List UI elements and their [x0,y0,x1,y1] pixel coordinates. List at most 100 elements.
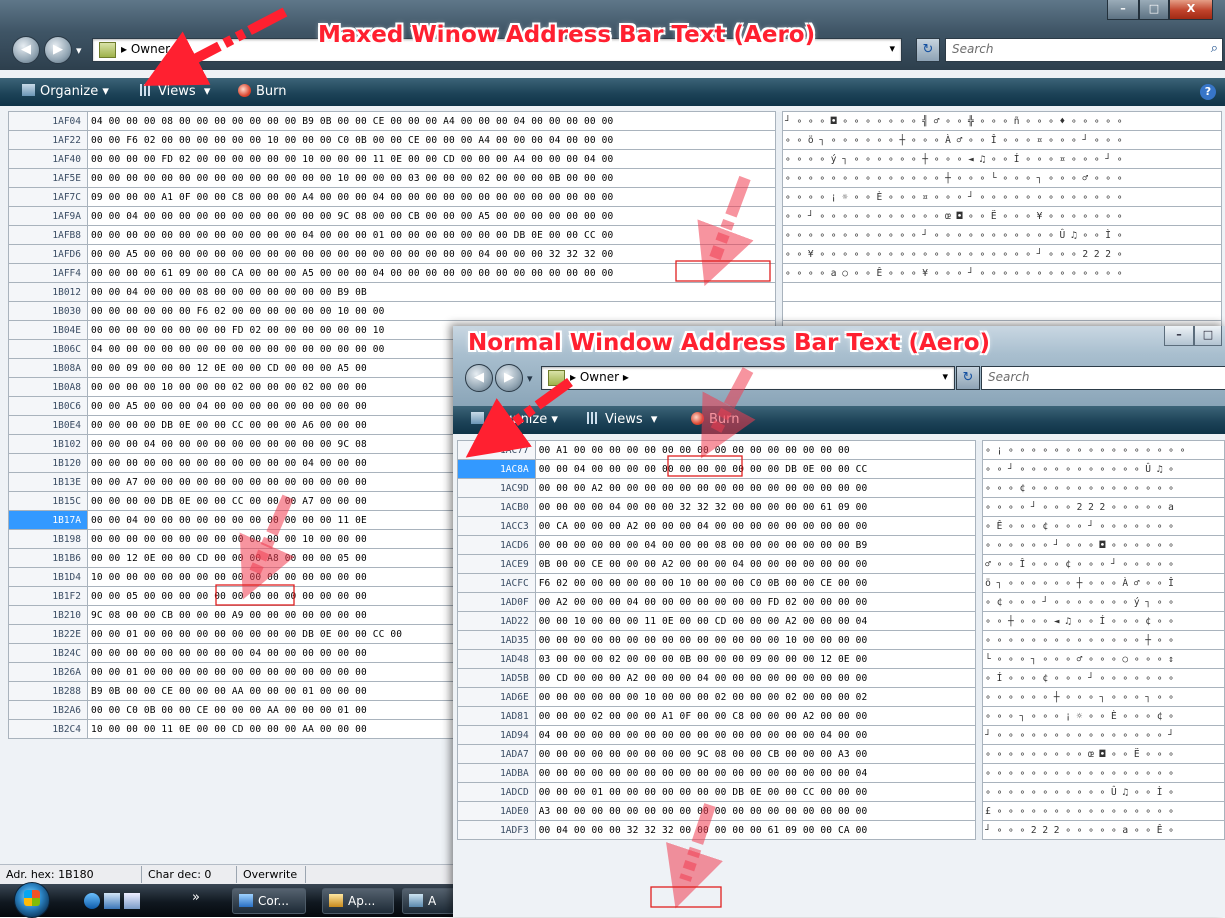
row-offset[interactable]: 1ACB0 [457,497,536,517]
row-offset[interactable]: 1AC8A [457,459,536,479]
row-bytes[interactable]: 00 00 04 00 00 00 00 00 00 00 00 00 00 0… [534,459,977,479]
row-offset[interactable]: 1B17A [8,510,88,530]
row-chars[interactable]: ∘ ∘ ö ┐ ∘ ∘ ∘ ∘ ∘ ∘ ┼ ∘ ∘ ∘ À ♂ ∘ ∘ Î ∘ … [782,130,1222,150]
row-offset[interactable]: 1AD35 [457,630,536,650]
minimize-icon[interactable]: – [1164,326,1194,346]
hex-row[interactable]: 1ACD6 00 00 00 00 00 00 04 00 00 00 08 00… [457,535,1225,555]
back-arrow-icon[interactable]: ◀ [465,364,493,392]
breadcrumb-arrow-icon[interactable]: ▸ [619,370,629,384]
hex-row[interactable]: 1AD81 00 00 00 02 00 00 00 A1 0F 00 00 C8… [457,706,1225,726]
row-chars[interactable]: ∘ ∘ ∘ ∘ ∘ ∘ ∘ ∘ ∘ ∘ ∘ ∘ ∘ ∘ ┼ ∘ ∘ [982,630,1225,650]
row-chars[interactable]: ∘ ∘ ┼ ∘ ∘ ∘ ◄ ♫ ∘ ∘ Í ∘ ∘ ∘ ¢ ∘ ∘ [982,611,1225,631]
row-offset[interactable]: 1AF9A [8,206,88,226]
row-offset[interactable]: 1ADA7 [457,744,536,764]
help-icon[interactable]: ? [1200,84,1216,100]
hex-row[interactable]: 1AD0F 00 A2 00 00 00 04 00 00 00 00 00 00… [457,592,1225,612]
row-offset[interactable]: 1ADCD [457,782,536,802]
hex-row[interactable]: 1AFD6 00 00 A5 00 00 00 00 00 00 00 00 00… [8,244,1222,264]
row-chars[interactable]: ∘ ∘ ∘ ∘ ¡ ☼ ∘ ∘ È ∘ ∘ ∘ ¤ ∘ ∘ ∘ ┘ ∘ ∘ ∘ … [782,187,1222,207]
row-bytes[interactable]: 00 00 00 00 FD 02 00 00 00 00 00 00 10 0… [87,149,776,169]
minimize-icon[interactable]: – [1107,0,1139,20]
hex-row[interactable]: 1ADE0 A3 00 00 00 00 00 00 00 00 00 00 00… [457,801,1225,821]
hex-row[interactable]: 1ACE9 0B 00 00 CE 00 00 00 A2 00 00 00 04… [457,554,1225,574]
row-chars[interactable]: ∘ ∘ ∘ ∘ ∘ ∘ ∘ ∘ ∘ ∘ ∘ ∘ ∘ ∘ ┼ ∘ ∘ ∘ └ ∘ … [782,168,1222,188]
row-bytes[interactable]: 00 A1 00 00 00 00 00 00 00 00 00 00 00 0… [534,440,977,460]
row-chars[interactable]: ∘ Í ∘ ∘ ∘ ¢ ∘ ∘ ∘ ┘ ∘ ∘ ∘ ∘ ∘ ∘ ∘ [982,668,1225,688]
views-button[interactable]: Views ▾ [140,84,210,99]
hex-row[interactable]: 1AD48 03 00 00 00 02 00 00 00 0B 00 00 00… [457,649,1225,669]
quick-launch-more-icon[interactable]: » [192,890,200,905]
organize-button[interactable]: Organize ▾ [22,84,109,99]
row-bytes[interactable]: 00 00 00 00 00 00 F6 02 00 00 00 00 00 0… [87,301,776,321]
row-offset[interactable]: 1AD22 [457,611,536,631]
row-offset[interactable]: 1B102 [8,434,88,454]
internet-explorer-icon[interactable] [84,893,100,909]
row-offset[interactable]: 1AFF4 [8,263,88,283]
search-box[interactable]: Search ⌕ [945,38,1223,62]
forward-arrow-icon[interactable]: ▶ [495,364,523,392]
row-chars[interactable]: ♂ ∘ ∘ Î ∘ ∘ ∘ ¢ ∘ ∘ ∘ ┘ ∘ ∘ ∘ ∘ ∘ [982,554,1225,574]
row-offset[interactable]: 1ACE9 [457,554,536,574]
row-offset[interactable]: 1AD6E [457,687,536,707]
taskbar-button-cor[interactable]: Cor... [232,888,306,914]
hex-row[interactable]: 1AFB8 00 00 00 00 00 00 00 00 00 00 00 00… [8,225,1222,245]
row-offset[interactable]: 1B198 [8,529,88,549]
row-chars[interactable]: ┘ ∘ ∘ ∘ ∘ ∘ ∘ ∘ ∘ ∘ ∘ ∘ ∘ ∘ ∘ ∘ ┘ [982,725,1225,745]
row-bytes[interactable]: 00 A2 00 00 00 04 00 00 00 00 00 00 00 F… [534,592,977,612]
address-owner[interactable]: Owner [580,370,619,384]
row-offset[interactable]: 1B0C6 [8,396,88,416]
start-orb-icon[interactable] [14,882,50,918]
row-bytes[interactable]: 00 00 04 00 00 00 00 00 00 00 00 00 00 0… [87,206,776,226]
row-bytes[interactable]: 00 00 00 01 00 00 00 00 00 00 00 DB 0E 0… [534,782,977,802]
row-chars[interactable]: ö ┐ ∘ ∘ ∘ ∘ ∘ ∘ ┼ ∘ ∘ ∘ À ♂ ∘ ∘ Î [982,573,1225,593]
hex-row[interactable]: 1AF04 04 00 00 00 08 00 00 00 00 00 00 00… [8,111,1222,131]
hex-row[interactable]: 1ACC3 00 CA 00 00 00 A2 00 00 00 04 00 00… [457,516,1225,536]
row-offset[interactable]: 1B15C [8,491,88,511]
row-chars[interactable]: ∘ ∘ ¥ ∘ ∘ ∘ ∘ ∘ ∘ ∘ ∘ ∘ ∘ ∘ ∘ ∘ ∘ ∘ ∘ ∘ … [782,244,1222,264]
hex-row[interactable]: 1AF9A 00 00 04 00 00 00 00 00 00 00 00 00… [8,206,1222,226]
hex-row[interactable]: 1AD94 04 00 00 00 00 00 00 00 00 00 00 00… [457,725,1225,745]
row-offset[interactable]: 1B030 [8,301,88,321]
row-chars[interactable] [782,301,1222,321]
row-chars[interactable] [782,282,1222,302]
row-offset[interactable]: 1B08A [8,358,88,378]
forward-arrow-icon[interactable]: ▶ [44,36,72,64]
row-chars[interactable]: └ ∘ ∘ ∘ ┐ ∘ ∘ ∘ ♂ ∘ ∘ ∘ ○ ∘ ∘ ∘ ↕ [982,649,1225,669]
hex-row[interactable]: 1ADCD 00 00 00 01 00 00 00 00 00 00 00 DB… [457,782,1225,802]
hex-row[interactable]: 1AF22 00 00 F6 02 00 00 00 00 00 00 10 00… [8,130,1222,150]
row-offset[interactable]: 1AF22 [8,130,88,150]
row-bytes[interactable]: 00 04 00 00 00 32 32 32 00 00 00 00 00 6… [534,820,977,840]
row-offset[interactable]: 1AD81 [457,706,536,726]
row-bytes[interactable]: 00 CA 00 00 00 A2 00 00 00 04 00 00 00 0… [534,516,977,536]
row-bytes[interactable]: 00 00 00 00 00 00 00 00 00 00 00 00 00 0… [534,763,977,783]
row-bytes[interactable]: F6 02 00 00 00 00 00 00 10 00 00 00 C0 0… [534,573,977,593]
maximize-icon[interactable]: □ [1194,326,1222,346]
row-offset[interactable]: 1ADF3 [457,820,536,840]
show-desktop-icon[interactable] [104,893,120,909]
row-bytes[interactable]: 00 00 00 00 04 00 00 00 32 32 32 00 00 0… [534,497,977,517]
row-offset[interactable]: 1AF7C [8,187,88,207]
row-offset[interactable]: 1ADBA [457,763,536,783]
row-offset[interactable]: 1AC77 [457,440,536,460]
row-bytes[interactable]: 00 CD 00 00 00 A2 00 00 00 04 00 00 00 0… [534,668,977,688]
row-chars[interactable]: ∘ ∘ ∘ ∘ ∘ ∘ ∘ ∘ ∘ ∘ ∘ ∘ ┘ ∘ ∘ ∘ ∘ ∘ ∘ ∘ … [782,225,1222,245]
row-chars[interactable]: ┘ ∘ ∘ ∘ 2 2 2 ∘ ∘ ∘ ∘ ∘ a ∘ ∘ Ê ∘ [982,820,1225,840]
search-box[interactable]: Search [981,366,1225,390]
row-chars[interactable]: ∘ ∘ ∘ ∘ ∘ ∘ ┘ ∘ ∘ ∘ ◘ ∘ ∘ ∘ ∘ ∘ ∘ [982,535,1225,555]
burn-button[interactable]: Burn [691,412,740,427]
row-offset[interactable]: 1AD48 [457,649,536,669]
back-arrow-icon[interactable]: ◀ [12,36,40,64]
row-offset[interactable]: 1B0E4 [8,415,88,435]
row-offset[interactable]: 1B1F2 [8,586,88,606]
recent-pages-dropdown-icon[interactable]: ▾ [76,44,82,57]
row-offset[interactable]: 1AFB8 [8,225,88,245]
hex-row[interactable]: 1B012 00 00 04 00 00 00 08 00 00 00 00 00… [8,282,1222,302]
row-offset[interactable]: 1AF04 [8,111,88,131]
address-bar[interactable]: ▸ Owner ▸ ▾ [541,366,955,390]
row-bytes[interactable]: 00 00 00 00 00 00 00 00 00 00 00 00 00 0… [87,168,776,188]
row-bytes[interactable]: 00 00 F6 02 00 00 00 00 00 00 10 00 00 0… [87,130,776,150]
row-bytes[interactable]: 00 00 A5 00 00 00 00 00 00 00 00 00 00 0… [87,244,776,264]
row-chars[interactable]: £ ∘ ∘ ∘ ∘ ∘ ∘ ∘ ∘ ∘ ∘ ∘ ∘ ∘ ∘ ∘ ∘ [982,801,1225,821]
row-offset[interactable]: 1B13E [8,472,88,492]
row-offset[interactable]: 1B210 [8,605,88,625]
